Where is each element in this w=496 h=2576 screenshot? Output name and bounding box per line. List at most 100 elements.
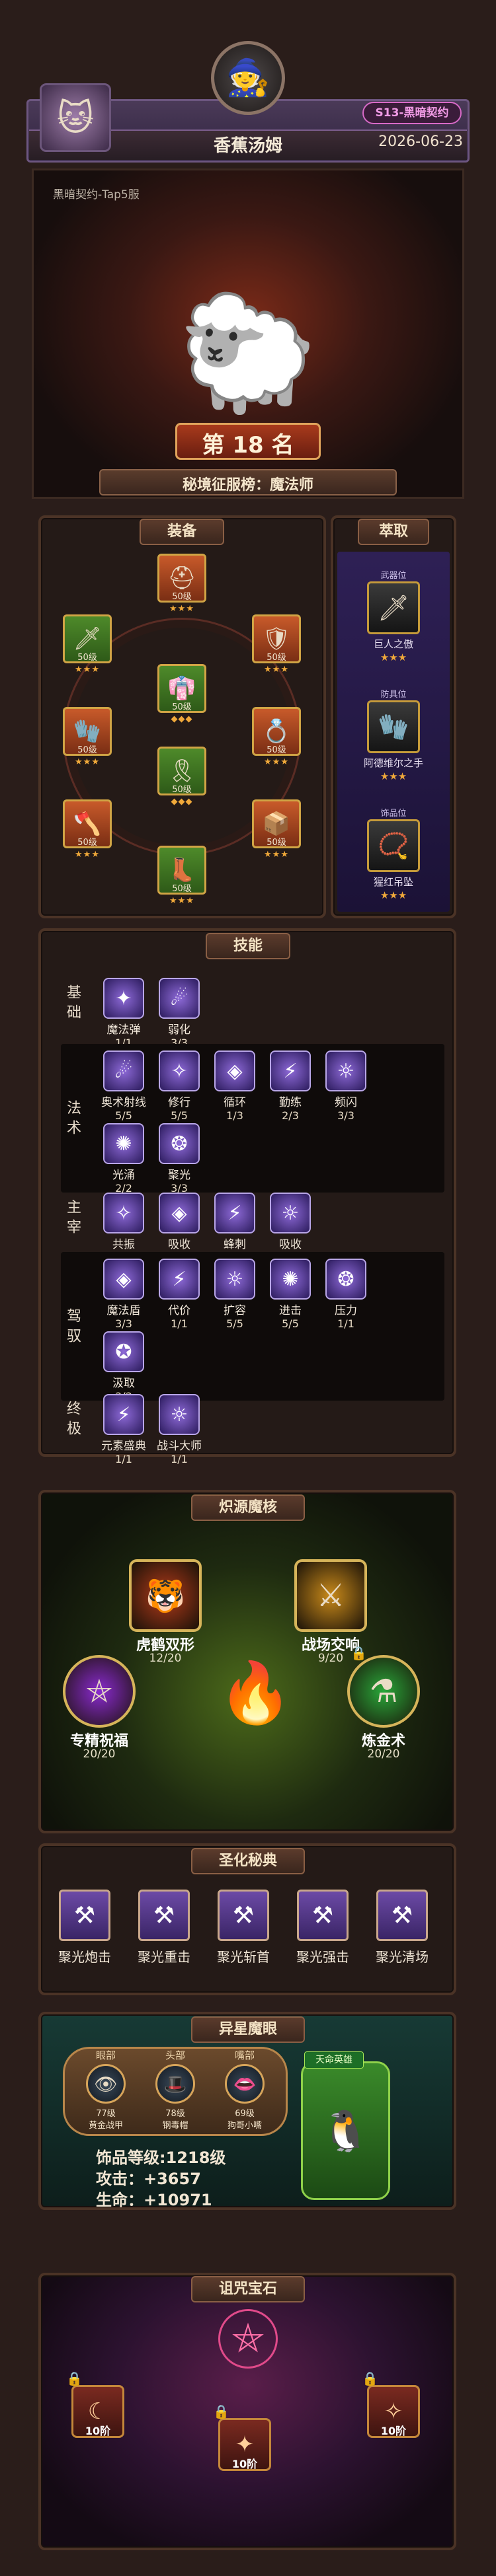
skill-name: 奥术射线 (101, 1096, 146, 1109)
skill-name: 频闪 (335, 1096, 357, 1109)
skill-name: 吸收 (168, 1238, 190, 1251)
eye-slot-1[interactable]: 🎩 (155, 2064, 195, 2104)
lock-icon: 🔒 (362, 2371, 378, 2386)
holy-item[interactable]: ⚒ 聚光强击 (290, 1890, 356, 1966)
equip-level: 50级 (77, 838, 97, 848)
equip-stars: ★★★ (75, 850, 100, 860)
skill-item[interactable]: ◈ 魔法盾 3/3 (101, 1259, 147, 1330)
equip-stars: ★★★ (169, 604, 194, 614)
skill-count: 5/5 (115, 1109, 132, 1122)
skill-name: 吸收 (279, 1238, 302, 1251)
equip-level: 50级 (77, 653, 97, 663)
extract-tag: 防具位 (380, 690, 407, 700)
eye-slot-0[interactable]: 👁 (86, 2064, 126, 2104)
skill-item[interactable]: ✦ 魔法弹 1/1 (101, 978, 147, 1049)
skill-name: 聚光 (168, 1169, 190, 1182)
season-badge[interactable]: S13-黑暗契约 (362, 102, 462, 124)
eye-title: 异星魔眼 (190, 2016, 306, 2043)
ring-icon: 💍 (262, 718, 291, 745)
skill-name: 共振 (112, 1238, 135, 1251)
skill-item[interactable]: ✪汲取2/2 (101, 1331, 147, 1403)
equip-stars: ★★★ (75, 665, 100, 675)
holy-name: 聚光重击 (138, 1949, 190, 1965)
skill-icon: ✪ (103, 1331, 144, 1372)
skill-item[interactable]: ⚡ 元素盛典 1/1 (101, 1394, 147, 1465)
skill-icon: ☄ (159, 978, 200, 1019)
holy-item[interactable]: ⚒ 聚光重击 (131, 1890, 197, 1966)
skill-category-label: 终极 (64, 1401, 81, 1440)
skill-item[interactable]: ⚡ 勤练 2/3 (267, 1050, 313, 1122)
skill-icon: ⚡ (159, 1259, 200, 1300)
skill-item[interactable]: ⚡ 代价 1/1 (156, 1259, 202, 1330)
extract-slot-0[interactable]: 🗡 (367, 581, 420, 634)
skill-item[interactable]: ✧ 修行 5/5 (156, 1050, 202, 1122)
gem-icon: ✦ (235, 2431, 255, 2458)
extract-item-icon: 🗡 (377, 593, 410, 622)
skill-item[interactable]: ☄ 奥术射线 5/5 (101, 1050, 147, 1122)
equip-level: 50级 (267, 745, 286, 755)
core-item-2[interactable]: ⛤ (63, 1655, 136, 1728)
holy-name: 聚光强击 (296, 1949, 349, 1965)
rank-title: 秘境征服榜：魔法师 (182, 477, 313, 494)
holy-name: 聚光斩首 (217, 1949, 270, 1965)
skill-category-label: 主宰 (64, 1199, 81, 1239)
skill-item[interactable]: ✺ 进击 5/5 (267, 1259, 313, 1330)
skill-name: 扩容 (224, 1304, 246, 1317)
eye-slot-level: 77级 (96, 2109, 116, 2119)
core-item-0[interactable]: 🐯 (129, 1559, 202, 1632)
equip-stars: ◆◆◆ (171, 797, 193, 807)
skill-item[interactable]: ☼ 扩容 5/5 (212, 1259, 258, 1330)
skill-icon: ◈ (103, 1259, 144, 1300)
equip-level: 50级 (172, 702, 192, 712)
skill-name: 弱化 (168, 1023, 190, 1037)
skill-category-label: 基础 (64, 984, 81, 1024)
skill-item[interactable]: ❂ 聚光 3/3 (156, 1123, 202, 1195)
gem-level: 10阶 (85, 2425, 111, 2437)
gem-icon: ✧ (384, 2398, 403, 2425)
skill-icon: ☄ (103, 1050, 144, 1091)
core-item-3[interactable]: ⚗ (347, 1655, 420, 1728)
extract-tag: 武器位 (380, 571, 407, 581)
holy-item[interactable]: ⚒ 聚光清场 (369, 1890, 435, 1966)
eye-slot-tag: 眼部 (95, 2049, 116, 2061)
armor-icon: 👘 (167, 675, 196, 702)
skill-count: 2/3 (282, 1109, 299, 1122)
extract-slot-1[interactable]: 🧤 (367, 700, 420, 753)
skill-icon: ✧ (159, 1050, 200, 1091)
player-avatar[interactable]: 🐱 (40, 83, 111, 152)
extract-name: 猩红吊坠 (373, 876, 413, 888)
holy-item[interactable]: ⚒ 聚光炮击 (52, 1890, 118, 1966)
eye-slot-sub: 钢毒帽 (162, 2121, 188, 2131)
equip-level: 50级 (172, 884, 192, 894)
eye-slot-level: 69级 (235, 2109, 255, 2119)
skill-name: 魔法盾 (106, 1304, 141, 1317)
gloves-icon: 🧤 (73, 718, 102, 745)
core-icon: ⛤ (86, 1672, 112, 1710)
skill-item[interactable]: ✺ 光涌 2/2 (101, 1123, 147, 1195)
extract-slot-2[interactable]: 📿 (367, 819, 420, 872)
skill-icon: ◈ (214, 1050, 255, 1091)
boots-icon: 👢 (167, 857, 196, 883)
extract-stars: ★★★ (380, 651, 407, 663)
holy-item[interactable]: ⚒ 聚光斩首 (210, 1890, 276, 1966)
extract-tag: 饰品位 (380, 809, 407, 819)
eye-attack: 攻击：+3657 (96, 2170, 201, 2188)
skill-icon: ✺ (270, 1259, 311, 1300)
skill-item[interactable]: ☼ 战斗大师 1/1 (156, 1394, 202, 1465)
skill-item[interactable]: ◈ 循环 1/3 (212, 1050, 258, 1122)
eye-slot-level: 78级 (165, 2109, 185, 2119)
eye-capsule: 🐧 (301, 2061, 390, 2200)
core-item-1[interactable]: ⚔ (294, 1559, 367, 1632)
skill-count: 1/1 (171, 1317, 188, 1330)
lock-icon: 🔒 (213, 2404, 229, 2419)
helmet-icon: ⛑ (167, 565, 196, 591)
skill-item[interactable]: ☼ 频闪 3/3 (323, 1050, 369, 1122)
lock-icon: 🔒 (66, 2371, 83, 2386)
skill-item[interactable]: ☄ 弱化 3/3 (156, 978, 202, 1049)
hammer-icon: ⚒ (376, 1890, 428, 1941)
skill-count: 1/3 (226, 1109, 243, 1122)
eye-slot-2[interactable]: 👄 (225, 2064, 265, 2104)
skill-count: 1/1 (171, 1453, 188, 1465)
skill-item[interactable]: ❂ 压力 1/1 (323, 1259, 369, 1330)
gem-icon: ☾ (87, 2398, 108, 2425)
